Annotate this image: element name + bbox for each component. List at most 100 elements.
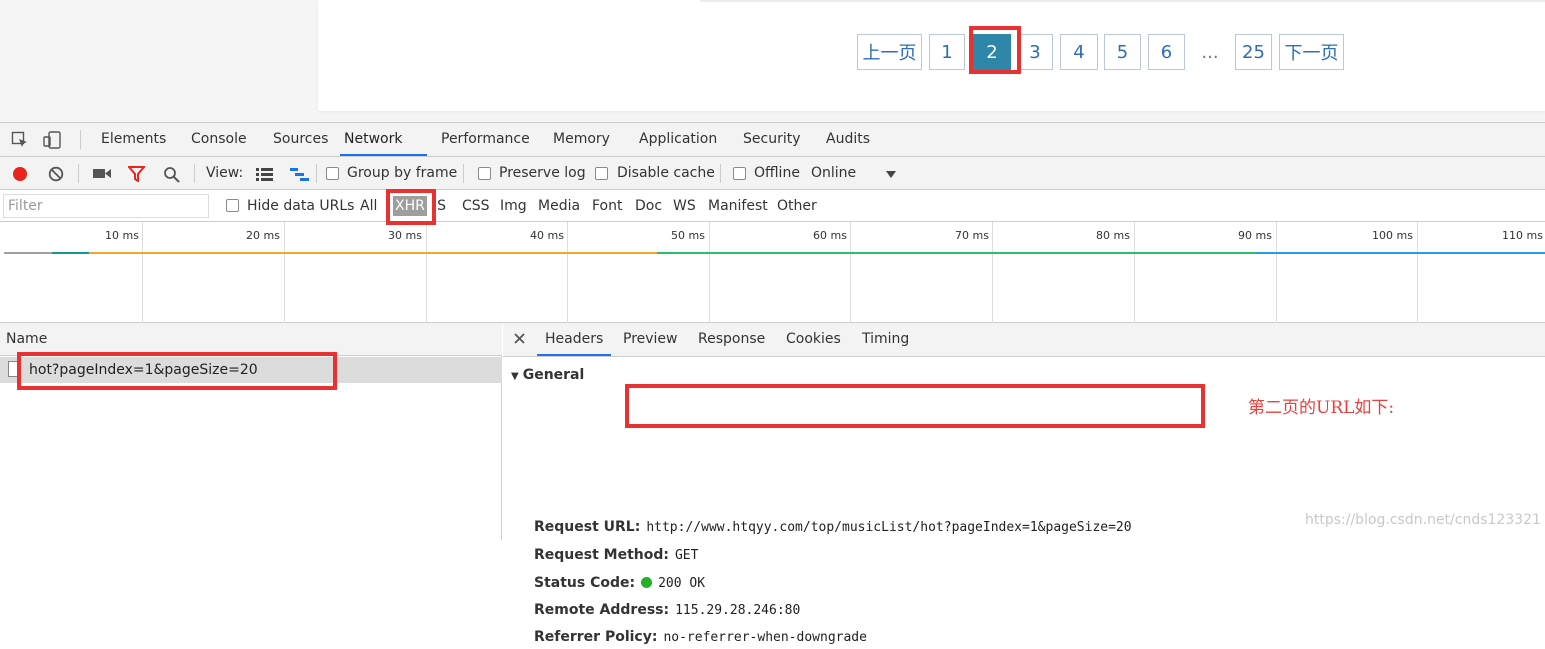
filter-type-doc[interactable]: Doc (635, 190, 662, 222)
request-name: hot?pageIndex=1&pageSize=20 (29, 362, 258, 378)
offline-checkbox[interactable] (733, 167, 746, 180)
tab-sources[interactable]: Sources (269, 123, 332, 156)
page-button-1[interactable]: 1 (929, 34, 965, 70)
filter-type-all[interactable]: All (360, 190, 377, 222)
disable-cache-checkbox[interactable] (595, 167, 608, 180)
hide-data-urls-checkbox[interactable] (226, 199, 239, 212)
page-button-2-active[interactable]: 2 (973, 34, 1011, 70)
chevron-down-icon[interactable] (885, 169, 897, 179)
divider (78, 164, 79, 183)
file-icon (8, 361, 20, 377)
tick-gridline (850, 222, 851, 323)
filter-type-xhr[interactable]: XHR (393, 196, 427, 216)
request-url-key: Request URL: (534, 519, 641, 535)
tab-response[interactable]: Response (698, 323, 765, 356)
clear-icon[interactable] (47, 165, 64, 182)
close-icon[interactable] (512, 331, 526, 345)
filter-type-manifest[interactable]: Manifest (708, 190, 768, 222)
filter-type-ws[interactable]: WS (673, 190, 696, 222)
request-url-value: http://www.htqyy.com/top/musicList/hot?p… (646, 520, 1132, 535)
remote-address-value: 115.29.28.246:80 (675, 603, 801, 618)
divider (700, 0, 1545, 2)
filter-type-font[interactable]: Font (592, 190, 622, 222)
pagination-ellipsis: ... (1201, 41, 1219, 63)
group-by-frame-checkbox[interactable] (326, 167, 339, 180)
tab-headers[interactable]: Headers (537, 323, 611, 356)
tab-cookies[interactable]: Cookies (786, 323, 841, 356)
waterfall-connect (52, 252, 89, 254)
screenshot-camera-icon[interactable] (92, 166, 112, 181)
filter-type-media[interactable]: Media (538, 190, 580, 222)
tick-label: 60 ms (813, 229, 847, 242)
referrer-policy-value: no-referrer-when-downgrade (663, 630, 867, 645)
page-button-last[interactable]: 25 (1235, 34, 1272, 70)
triangle-down-icon: ▼ (511, 371, 519, 382)
devtools-panel: Elements Console Sources Network Perform… (0, 122, 1545, 645)
filter-funnel-icon[interactable] (127, 165, 145, 182)
divider (720, 164, 721, 183)
page-button-3[interactable]: 3 (1017, 34, 1053, 70)
watermark: https://blog.csdn.net/cnds123321 (1305, 512, 1541, 528)
status-ok-icon (641, 577, 653, 588)
hide-data-urls-label: Hide data URLs (247, 198, 355, 214)
status-code-value: 200 OK (658, 576, 706, 591)
tab-elements[interactable]: Elements (97, 123, 170, 156)
tab-audits[interactable]: Audits (822, 123, 874, 156)
tick-gridline (992, 222, 993, 323)
tab-network[interactable]: Network (340, 123, 427, 156)
network-toolbar: View: Group by frame Preserve log Disabl… (0, 157, 1545, 190)
list-view-icon[interactable] (255, 167, 273, 181)
divider (80, 130, 81, 149)
status-code-row: Status Code: 200 OK (534, 572, 705, 594)
tick-label: 30 ms (388, 229, 422, 242)
page-button-6[interactable]: 6 (1148, 34, 1185, 70)
page-button-5[interactable]: 5 (1104, 34, 1141, 70)
tick-label: 70 ms (955, 229, 989, 242)
search-icon[interactable] (162, 165, 180, 183)
waterfall-waiting (657, 252, 1255, 254)
tab-timing[interactable]: Timing (862, 323, 909, 356)
name-column-header[interactable]: Name (0, 323, 502, 356)
tab-memory[interactable]: Memory (549, 123, 614, 156)
record-icon[interactable] (11, 165, 28, 182)
inspect-element-icon[interactable] (10, 130, 30, 150)
tick-gridline (142, 222, 143, 323)
view-label: View: (206, 165, 244, 181)
filter-type-css[interactable]: CSS (462, 190, 490, 222)
divider (194, 164, 195, 183)
tab-security[interactable]: Security (739, 123, 805, 156)
general-section-title: General (522, 367, 585, 383)
page-button-4[interactable]: 4 (1060, 34, 1098, 70)
tab-performance[interactable]: Performance (437, 123, 534, 156)
tick-gridline (709, 222, 710, 323)
general-section-toggle[interactable]: ▼ General (511, 367, 584, 383)
request-method-key: Request Method: (534, 547, 669, 563)
preserve-log-checkbox[interactable] (478, 167, 491, 180)
waterfall-view-icon[interactable] (289, 167, 309, 181)
tick-gridline (567, 222, 568, 323)
tick-gridline (426, 222, 427, 323)
prev-page-button[interactable]: 上一页 (857, 34, 922, 70)
tick-label: 20 ms (246, 229, 280, 242)
tab-preview[interactable]: Preview (623, 323, 678, 356)
device-toolbar-icon[interactable] (42, 130, 66, 150)
page-background: 上一页 1 2 3 4 5 6 ... 25 下一页 (0, 0, 1545, 122)
filter-type-other[interactable]: Other (777, 190, 817, 222)
timeline-overview[interactable]: 10 ms 20 ms 30 ms 40 ms 50 ms 60 ms 70 m… (0, 222, 1545, 323)
throttling-select[interactable]: Online (811, 157, 856, 190)
tick-gridline (1417, 222, 1418, 323)
filter-type-js[interactable]: JS (433, 190, 446, 222)
filter-input[interactable] (3, 194, 209, 218)
request-list-panel: Name hot?pageIndex=1&pageSize=20 (0, 323, 502, 540)
tab-console[interactable]: Console (187, 123, 251, 156)
tick-label: 80 ms (1096, 229, 1130, 242)
request-method-row: Request Method: GET (534, 544, 698, 566)
tab-application[interactable]: Application (635, 123, 721, 156)
request-row[interactable]: hot?pageIndex=1&pageSize=20 (0, 357, 502, 383)
divider (463, 164, 464, 183)
next-page-button[interactable]: 下一页 (1279, 34, 1344, 70)
offline-label: Offline (754, 165, 800, 181)
waterfall-stalled (4, 252, 52, 254)
remote-address-key: Remote Address: (534, 602, 670, 618)
filter-type-img[interactable]: Img (500, 190, 527, 222)
